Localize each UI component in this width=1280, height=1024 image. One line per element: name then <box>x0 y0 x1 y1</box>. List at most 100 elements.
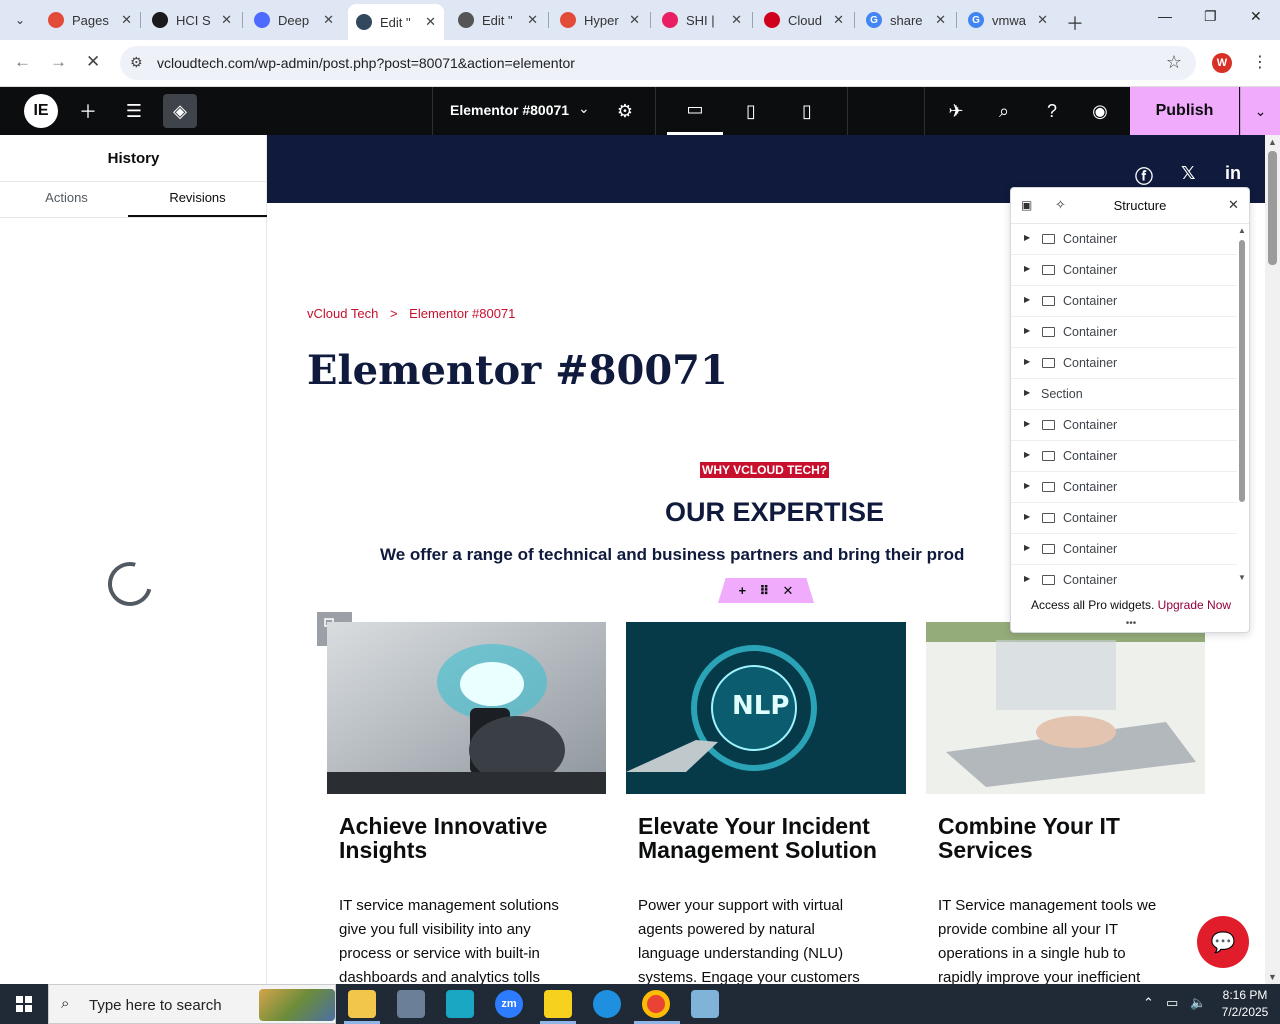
tray-chevron-up-icon[interactable]: ⌃ <box>1143 995 1154 1011</box>
expand-triangle-icon[interactable]: ▶ <box>1024 450 1030 459</box>
browser-tab-active[interactable]: Edit " ✕ <box>348 4 444 40</box>
tablet-view-icon[interactable]: ▯ <box>723 87 779 135</box>
close-tab-icon[interactable]: ✕ <box>935 12 946 28</box>
zoom-icon[interactable]: zm <box>495 990 523 1018</box>
structure-item[interactable]: ▶ Container <box>1011 224 1237 255</box>
sticky-notes-icon[interactable] <box>544 990 572 1018</box>
rocket-icon[interactable]: ✈ <box>934 87 978 135</box>
volume-icon[interactable]: 🔈 <box>1190 995 1206 1011</box>
structure-item[interactable]: ▶ Container <box>1011 472 1237 503</box>
structure-item[interactable]: ▶ Container <box>1011 534 1237 565</box>
close-tab-icon[interactable]: ✕ <box>629 12 640 28</box>
close-tab-icon[interactable]: ✕ <box>833 12 844 28</box>
chevron-down-icon[interactable]: ⌄ <box>578 100 590 117</box>
resize-grip-icon[interactable]: ••• <box>1011 618 1249 629</box>
windows-start-icon[interactable] <box>0 984 48 1024</box>
browser-tab[interactable]: Deep ✕ <box>246 4 342 36</box>
elementor-logo-icon[interactable]: IE <box>24 94 58 128</box>
chat-widget-icon[interactable]: 💬 <box>1197 916 1249 968</box>
structure-item[interactable]: ▶ Container <box>1011 348 1237 379</box>
structure-item[interactable]: ▶ Container <box>1011 441 1237 472</box>
expand-triangle-icon[interactable]: ▶ <box>1024 326 1030 335</box>
scroll-up-icon[interactable]: ▲ <box>1238 226 1246 235</box>
file-explorer-icon[interactable] <box>348 990 376 1018</box>
desktop-view-icon[interactable]: ▭ <box>667 87 723 135</box>
notepad-icon[interactable] <box>691 990 719 1018</box>
expand-triangle-icon[interactable]: ▶ <box>1024 419 1030 428</box>
expand-triangle-icon[interactable]: ▶ <box>1024 357 1030 366</box>
edge-icon[interactable] <box>593 990 621 1018</box>
stop-loading-icon[interactable]: ✕ <box>86 52 100 72</box>
close-tab-icon[interactable]: ✕ <box>121 12 132 28</box>
scrollbar-thumb[interactable] <box>1239 240 1245 502</box>
browser-tab[interactable]: G vmwa ✕ <box>960 4 1056 36</box>
new-tab-plus-icon[interactable]: ＋ <box>1066 10 1084 36</box>
structure-item[interactable]: ▶ Container <box>1011 317 1237 348</box>
tab-revisions[interactable]: Revisions <box>128 182 267 218</box>
add-container-plus-icon[interactable]: + <box>739 583 747 598</box>
expand-triangle-icon[interactable]: ▶ <box>1024 512 1030 521</box>
container-handle[interactable]: + ⠿ ✕ <box>718 578 814 603</box>
close-tab-icon[interactable]: ✕ <box>1037 12 1048 28</box>
search-icon[interactable]: ⌕ <box>982 87 1026 135</box>
back-arrow-icon[interactable]: ← <box>14 52 31 72</box>
close-tab-icon[interactable]: ✕ <box>323 12 334 28</box>
browser-tab[interactable]: Edit " ✕ <box>450 4 546 36</box>
browser-tab[interactable]: HCI S ✕ <box>144 4 240 36</box>
help-icon[interactable]: ? <box>1030 87 1074 135</box>
structure-item[interactable]: ▶ Container <box>1011 255 1237 286</box>
scroll-down-icon[interactable]: ▼ <box>1268 972 1277 982</box>
structure-scrollbar[interactable]: ▲ ▼ <box>1237 226 1249 582</box>
canvas-scrollbar[interactable]: ▲ ▼ <box>1265 135 1280 984</box>
close-window-icon[interactable]: ✕ <box>1250 8 1262 25</box>
close-icon[interactable]: ✕ <box>1228 197 1239 213</box>
structure-item-section[interactable]: ▶ Section <box>1011 379 1237 410</box>
taskbar-clock[interactable]: 8:16 PM 7/2/2025 <box>1212 987 1278 1021</box>
taskbar-search[interactable]: ⌕ Type here to search <box>48 984 336 1024</box>
network-icon[interactable]: ▭ <box>1166 995 1178 1011</box>
app-diamond-icon[interactable] <box>446 990 474 1018</box>
site-info-icon[interactable]: ⚙ <box>130 54 143 71</box>
publish-button[interactable]: Publish <box>1130 87 1239 135</box>
breadcrumb-home-link[interactable]: vCloud Tech <box>307 306 378 321</box>
browser-tab[interactable]: Pages ✕ <box>40 4 140 36</box>
forward-arrow-icon[interactable]: → <box>50 52 67 72</box>
expand-triangle-icon[interactable]: ▶ <box>1024 264 1030 273</box>
structure-item[interactable]: ▶ Container <box>1011 503 1237 534</box>
omnibox[interactable]: ⚙ vcloudtech.com/wp-admin/post.php?post=… <box>120 46 1196 80</box>
upgrade-now-link[interactable]: Upgrade Now <box>1158 598 1231 612</box>
structure-item[interactable]: ▶ Container <box>1011 286 1237 317</box>
delete-container-icon[interactable]: ✕ <box>783 583 794 599</box>
expand-triangle-icon[interactable]: ▶ <box>1024 295 1030 304</box>
close-tab-icon[interactable]: ✕ <box>221 12 232 28</box>
tab-actions[interactable]: Actions <box>0 182 133 218</box>
expand-triangle-icon[interactable]: ▶ <box>1024 233 1030 242</box>
scroll-down-icon[interactable]: ▼ <box>1238 573 1246 582</box>
mobile-view-icon[interactable]: ▯ <box>779 87 835 135</box>
browser-tab[interactable]: Cloud ✕ <box>756 4 852 36</box>
expand-triangle-icon[interactable]: ▶ <box>1024 388 1030 397</box>
chrome-icon[interactable] <box>642 990 670 1018</box>
url-text[interactable]: vcloudtech.com/wp-admin/post.php?post=80… <box>157 55 575 71</box>
preview-eye-icon[interactable]: ◉ <box>1078 87 1122 135</box>
expand-triangle-icon[interactable]: ▶ <box>1024 574 1030 583</box>
tab-search-chevron-icon[interactable]: ⌄ <box>8 8 32 32</box>
site-settings-sliders-icon[interactable]: ☰ <box>112 87 156 135</box>
browser-tab[interactable]: SHI | ✕ <box>654 4 750 36</box>
page-settings-gear-icon[interactable]: ⚙ <box>603 87 647 135</box>
browser-tab[interactable]: G share ✕ <box>858 4 954 36</box>
add-element-plus-icon[interactable]: ＋ <box>66 87 110 135</box>
structure-item[interactable]: ▶ Container <box>1011 565 1237 596</box>
restore-icon[interactable]: ❐ <box>1204 8 1217 25</box>
facebook-icon[interactable]: ⓕ <box>1135 163 1153 189</box>
structure-item[interactable]: ▶ Container <box>1011 410 1237 441</box>
expand-triangle-icon[interactable]: ▶ <box>1024 543 1030 552</box>
profile-avatar[interactable]: W <box>1212 53 1232 73</box>
snipping-tool-icon[interactable] <box>397 990 425 1018</box>
close-tab-icon[interactable]: ✕ <box>527 12 538 28</box>
expand-triangle-icon[interactable]: ▶ <box>1024 481 1030 490</box>
scrollbar-thumb[interactable] <box>1268 151 1277 265</box>
close-tab-icon[interactable]: ✕ <box>425 14 436 30</box>
browser-menu-icon[interactable]: ⋮ <box>1252 52 1268 72</box>
structure-layers-icon[interactable]: ◈ <box>163 94 197 128</box>
